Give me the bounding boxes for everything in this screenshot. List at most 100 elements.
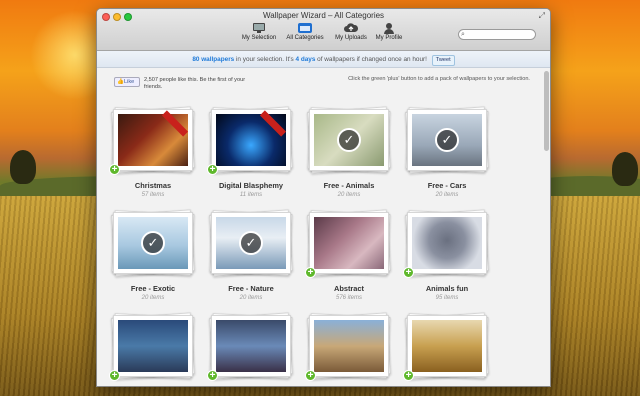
add-plus-button[interactable]: + [207, 370, 218, 381]
thumbnail-stack [404, 312, 490, 380]
category-count: 95 items [435, 295, 459, 301]
selected-check-icon[interactable]: ✓ [337, 128, 361, 152]
stack-page [407, 315, 487, 377]
category-tile[interactable]: Digital Blasphemy 11 items + [207, 106, 295, 209]
toolbar-label: My Selection [241, 35, 277, 41]
search-icon: ⌕ [461, 31, 465, 38]
category-tile[interactable]: + [305, 312, 393, 386]
corner-ribbon [259, 110, 287, 137]
stack-page: ✓ [309, 109, 389, 171]
add-plus-button[interactable]: + [109, 164, 120, 175]
category-thumbnail: ✓ [412, 114, 482, 166]
category-thumbnail [118, 110, 189, 166]
thumbnail-stack: ✓ [404, 106, 490, 174]
thumbnail-stack [110, 312, 196, 380]
stack-page: ✓ [211, 212, 291, 274]
category-tile[interactable]: Abstract 576 items + [305, 209, 393, 312]
like-label: Like [123, 79, 135, 85]
thumbnail-stack: ✓ [208, 209, 294, 277]
category-tile[interactable]: + [403, 312, 491, 386]
toolbar-label: All Categories [286, 35, 324, 41]
category-thumbnail: ✓ [314, 114, 384, 166]
info-text: in your selection. It's [234, 56, 296, 63]
stack-page [309, 315, 389, 377]
tweet-button[interactable]: Tweet [431, 55, 455, 66]
background-tree [10, 150, 36, 184]
stack-page [211, 109, 291, 171]
thumbnail-stack [208, 106, 294, 174]
category-thumbnail [118, 320, 188, 372]
category-name: Digital Blasphemy [218, 181, 284, 190]
add-plus-button[interactable]: + [403, 370, 414, 381]
category-tile[interactable]: + [109, 312, 197, 386]
category-thumbnail [412, 320, 482, 372]
title-bar: Wallpaper Wizard – All Categories ⤢ My S… [97, 9, 550, 51]
category-tile[interactable]: Christmas 57 items + [109, 106, 197, 209]
stack-page [113, 109, 193, 171]
category-thumbnail [314, 320, 384, 372]
category-count: 11 items [239, 192, 263, 198]
thumbnail-stack: ✓ [110, 209, 196, 277]
thumbnail-stack [306, 209, 392, 277]
tweet-label: Tweet [435, 57, 451, 63]
add-plus-button[interactable]: + [109, 370, 120, 381]
thumbnail-stack [306, 312, 392, 380]
monitor-icon [253, 23, 265, 33]
days-count: 4 days [295, 56, 316, 63]
category-count: 20 items [435, 192, 459, 198]
app-window: Wallpaper Wizard – All Categories ⤢ My S… [96, 8, 551, 387]
facebook-like-text: 2,507 people like this. Be the first of … [144, 77, 246, 90]
corner-ribbon [161, 110, 189, 137]
like-button[interactable]: 👍Like [114, 77, 140, 87]
hint-text: Click the green 'plus' button to add a p… [348, 76, 530, 82]
toolbar-all-categories[interactable]: All Categories [283, 22, 327, 41]
category-thumbnail: ✓ [118, 217, 188, 269]
stack-page [309, 212, 389, 274]
category-name: Free - Nature [228, 284, 274, 293]
window-title: Wallpaper Wizard – All Categories [262, 11, 385, 20]
category-tile[interactable]: ✓ Free - Animals 20 items [305, 106, 393, 209]
search-input[interactable]: ⌕ [458, 29, 536, 40]
stack-page [407, 212, 487, 274]
category-tile[interactable]: ✓ Free - Nature 20 items [207, 209, 295, 312]
category-count: 57 items [141, 192, 165, 198]
fullscreen-icon[interactable]: ⤢ [539, 11, 545, 21]
category-count: 20 items [337, 192, 361, 198]
selected-check-icon[interactable]: ✓ [141, 231, 165, 255]
toolbar-my-selection[interactable]: My Selection [237, 22, 281, 41]
stack-page [113, 315, 193, 377]
wallpaper-count: 80 wallpapers [192, 56, 235, 63]
category-name: Christmas [134, 181, 172, 190]
category-tile[interactable]: + [207, 312, 295, 386]
category-name: Free - Cars [427, 181, 467, 190]
add-plus-button[interactable]: + [207, 164, 218, 175]
category-count: 20 items [141, 295, 165, 301]
toolbar-my-profile[interactable]: My Profile [367, 22, 411, 41]
scrollbar[interactable] [544, 71, 549, 151]
thumbnail-stack [404, 209, 490, 277]
category-thumbnail: ✓ [216, 217, 286, 269]
add-plus-button[interactable]: + [305, 267, 316, 278]
background-tree [612, 152, 638, 186]
category-tile[interactable]: Animals fun 95 items + [403, 209, 491, 312]
category-name: Abstract [334, 284, 364, 293]
category-thumbnail [216, 110, 287, 166]
toolbar-label: My Uploads [335, 35, 367, 41]
stack-page [211, 315, 291, 377]
selected-check-icon[interactable]: ✓ [239, 231, 263, 255]
category-name: Free - Animals [323, 181, 375, 190]
category-count: 20 items [239, 295, 263, 301]
category-tile[interactable]: ✓ Free - Exotic 20 items [109, 209, 197, 312]
category-thumbnail [412, 217, 482, 269]
add-plus-button[interactable]: + [305, 370, 316, 381]
add-plus-button[interactable]: + [403, 267, 414, 278]
category-count: 576 items [335, 295, 362, 301]
category-thumbnail [314, 217, 384, 269]
folder-icon [298, 23, 312, 33]
selected-check-icon[interactable]: ✓ [435, 128, 459, 152]
info-bar: 80 wallpapers in your selection. It's 4 … [97, 51, 550, 68]
category-tile[interactable]: ✓ Free - Cars 20 items [403, 106, 491, 209]
category-thumbnail [216, 320, 286, 372]
info-text: of wallpapers if changed once an hour! [315, 56, 427, 63]
thumbnail-stack: ✓ [306, 106, 392, 174]
